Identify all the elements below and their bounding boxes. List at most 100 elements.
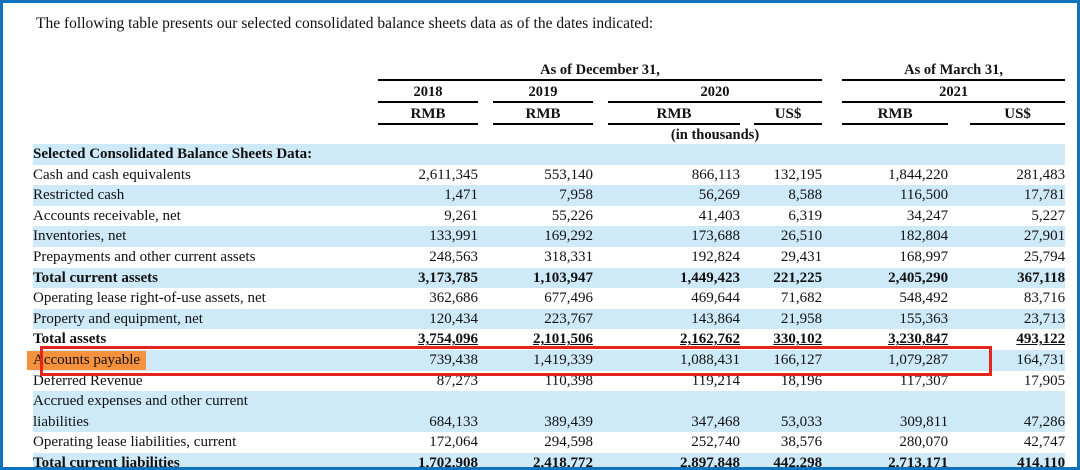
- cell-value: 8,588: [754, 185, 822, 206]
- row-label: Operating lease right-of-use assets, net: [33, 288, 378, 309]
- column-spacer: [740, 226, 754, 247]
- cell-value: 330,102: [754, 329, 822, 350]
- column-spacer: [593, 309, 608, 330]
- cell-value: [754, 391, 822, 412]
- table-row: Operating lease liabilities, current172,…: [33, 432, 1065, 453]
- table-row: Accounts receivable, net9,26155,22641,40…: [33, 206, 1065, 227]
- cell-value: 117,307: [842, 371, 948, 392]
- column-spacer: [593, 432, 608, 453]
- unit-rmb-2018: RMB: [378, 102, 478, 124]
- cell-value: 6,319: [754, 206, 822, 227]
- cell-value: 1,103,947: [493, 268, 593, 289]
- column-spacer: [593, 185, 608, 206]
- table-row: Restricted cash1,4717,95856,2698,588116,…: [33, 185, 1065, 206]
- column-spacer: [822, 309, 842, 330]
- column-spacer: [593, 206, 608, 227]
- column-spacer: [822, 391, 842, 412]
- column-spacer: [740, 371, 754, 392]
- column-spacer: [478, 206, 493, 227]
- cell-value: 739,438: [378, 350, 478, 371]
- column-spacer: [740, 432, 754, 453]
- balance-sheet-table: As of December 31, As of March 31, 2018 …: [33, 59, 1065, 470]
- row-label: Property and equipment, net: [33, 309, 378, 330]
- cell-value: [842, 144, 948, 165]
- column-spacer: [822, 432, 842, 453]
- column-spacer: [948, 391, 970, 412]
- cell-value: 866,113: [608, 165, 740, 186]
- column-spacer: [740, 309, 754, 330]
- column-spacer: [478, 309, 493, 330]
- table-row: Total current liabilities1,702,9082,418,…: [33, 453, 1065, 470]
- column-spacer: [822, 185, 842, 206]
- cell-value: 1,471: [378, 185, 478, 206]
- column-spacer: [593, 391, 608, 412]
- intro-text: The following table presents our selecte…: [36, 14, 1057, 34]
- cell-value: 26,510: [754, 226, 822, 247]
- column-spacer: [822, 206, 842, 227]
- cell-value: 83,716: [970, 288, 1065, 309]
- cell-value: 172,064: [378, 432, 478, 453]
- unit-usd-2020: US$: [754, 102, 822, 124]
- cell-value: 110,398: [493, 371, 593, 392]
- cell-value: 442,298: [754, 453, 822, 470]
- cell-value: 3,230,847: [842, 329, 948, 350]
- cell-value: [608, 144, 740, 165]
- table-row: Deferred Revenue87,273110,398119,21418,1…: [33, 371, 1065, 392]
- column-spacer: [948, 453, 970, 470]
- cell-value: 2,405,290: [842, 268, 948, 289]
- unit-header-row: RMB RMB RMB US$ RMB US$: [33, 102, 1065, 124]
- cell-value: 1,079,287: [842, 350, 948, 371]
- cell-value: 1,449,423: [608, 268, 740, 289]
- column-spacer: [478, 350, 493, 371]
- cell-value: [493, 144, 593, 165]
- row-label: Total current liabilities: [33, 453, 378, 470]
- cell-value: 1,844,220: [842, 165, 948, 186]
- cell-value: 56,269: [608, 185, 740, 206]
- cell-value: 182,804: [842, 226, 948, 247]
- column-spacer: [740, 185, 754, 206]
- column-spacer: [740, 165, 754, 186]
- cell-value: 367,118: [970, 268, 1065, 289]
- column-spacer: [593, 268, 608, 289]
- table-row: Property and equipment, net120,434223,76…: [33, 309, 1065, 330]
- column-spacer: [740, 350, 754, 371]
- column-spacer: [948, 350, 970, 371]
- column-spacer: [478, 268, 493, 289]
- cell-value: 2,162,762: [608, 329, 740, 350]
- column-spacer: [822, 226, 842, 247]
- cell-value: 119,214: [608, 371, 740, 392]
- cell-value: 41,403: [608, 206, 740, 227]
- column-spacer: [948, 206, 970, 227]
- column-spacer: [593, 288, 608, 309]
- group-header-row: As of December 31, As of March 31,: [33, 59, 1065, 80]
- table-row: Total assets3,754,0962,101,5062,162,7623…: [33, 329, 1065, 350]
- column-spacer: [593, 371, 608, 392]
- cell-value: 309,811: [842, 412, 948, 433]
- cell-value: 17,905: [970, 371, 1065, 392]
- cell-value: [378, 391, 478, 412]
- cell-value: 87,273: [378, 371, 478, 392]
- table-row: Total current assets3,173,7851,103,9471,…: [33, 268, 1065, 289]
- cell-value: 553,140: [493, 165, 593, 186]
- column-spacer: [740, 391, 754, 412]
- cell-value: 143,864: [608, 309, 740, 330]
- column-spacer: [948, 268, 970, 289]
- table-row: liabilities684,133389,439347,46853,03330…: [33, 412, 1065, 433]
- column-spacer: [740, 247, 754, 268]
- column-spacer: [948, 329, 970, 350]
- cell-value: 281,483: [970, 165, 1065, 186]
- cell-value: 9,261: [378, 206, 478, 227]
- year-header-row: 2018 2019 2020 2021: [33, 80, 1065, 102]
- column-spacer: [948, 165, 970, 186]
- cell-value: 71,682: [754, 288, 822, 309]
- unit-rmb-2021: RMB: [842, 102, 948, 124]
- cell-value: 192,824: [608, 247, 740, 268]
- row-label: Inventories, net: [33, 226, 378, 247]
- cell-value: 23,713: [970, 309, 1065, 330]
- row-label: Total current assets: [33, 268, 378, 289]
- cell-value: 120,434: [378, 309, 478, 330]
- cell-value: 169,292: [493, 226, 593, 247]
- column-spacer: [593, 144, 608, 165]
- cell-value: 7,958: [493, 185, 593, 206]
- table-row: Accounts payable739,4381,419,3391,088,43…: [33, 350, 1065, 371]
